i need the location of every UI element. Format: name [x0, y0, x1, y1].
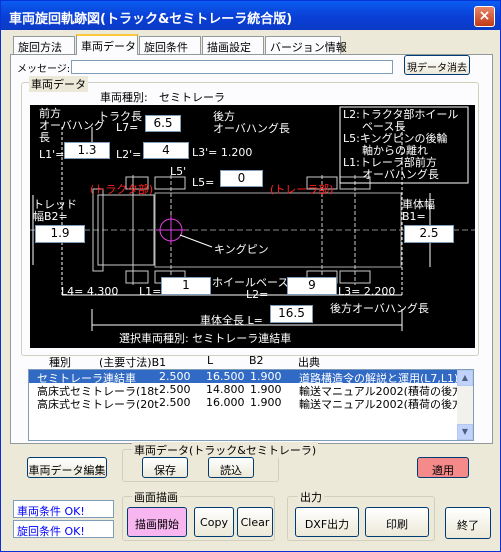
- vehicle-type-value: セミトレーラ: [159, 91, 225, 104]
- vehicle-data-group-title: 車両データ: [29, 76, 88, 92]
- list-item[interactable]: 高床式セミトレーラ(18t 2.500 14.800 1.900 輸送マニュアル…: [29, 383, 459, 396]
- total-length-label: 車体全長 L=: [200, 314, 263, 327]
- rear-overhang-bottom-label: 後方オーバハング長: [330, 302, 429, 315]
- clear-data-button[interactable]: 現データ消去: [404, 55, 470, 75]
- dxf-output-button[interactable]: DXF出力: [295, 507, 359, 537]
- col-header-b2: B2: [249, 354, 264, 367]
- draw-start-button[interactable]: 描画開始: [127, 507, 187, 537]
- L4-value: L4= 4.300: [61, 285, 119, 298]
- scroll-down-icon[interactable]: ▼: [457, 424, 473, 440]
- legend-box: L2:トラクタ部ホイール ベース長 L5:キングピンの後輪 軸からの離れ L1:…: [343, 108, 459, 181]
- L5p-label: L5': [170, 165, 187, 178]
- L1-label: L1=: [139, 285, 162, 298]
- tab-draw-settings[interactable]: 描画設定: [202, 36, 264, 54]
- B1-input[interactable]: 2.5: [404, 225, 454, 243]
- vehicle-data-file-group-title: 車両データ(トラック&セミトレーラ): [132, 442, 319, 458]
- B2-input[interactable]: 1.9: [35, 225, 85, 243]
- rear-overhang-label: 後方 オーバハング長: [213, 110, 290, 135]
- vehicle-status: 車両条件 OK!: [13, 500, 114, 518]
- message-field[interactable]: [71, 60, 393, 74]
- tab-vehicle-data[interactable]: 車両データ: [76, 34, 138, 55]
- col-header-l: L: [207, 354, 214, 367]
- clear-button[interactable]: Clear: [237, 507, 273, 537]
- front-overhang-label: 前方 オーバハング 長: [39, 107, 105, 144]
- tread-label: トレッド 幅B2=: [33, 198, 77, 223]
- L1-input[interactable]: 1: [161, 277, 211, 295]
- print-button[interactable]: 印刷: [365, 507, 429, 537]
- vehicle-type-label: 車両種別:: [100, 91, 148, 104]
- scroll-up-icon[interactable]: ▲: [457, 370, 473, 386]
- vehicle-diagram: 前方 オーバハング 長 トラク長 L7= 6.5 後方 オーバハング長 L1'=…: [30, 105, 475, 348]
- draw-group-title: 画面描画: [132, 489, 180, 505]
- col-header-type: 種別: [49, 356, 71, 369]
- title-bar: 車両旋回軌跡図(トラック&セミトレーラ統合版) ×: [1, 1, 500, 30]
- L7-label: L7=: [116, 121, 139, 134]
- save-button[interactable]: 保存: [142, 457, 188, 478]
- exit-button[interactable]: 終了: [445, 507, 491, 539]
- main-window: 車両旋回軌跡図(トラック&セミトレーラ統合版) × 旋回方法 車両データ 旋回条…: [0, 0, 501, 552]
- selected-vehicle-type: 選択車両種別: セミトレーラ連結車: [119, 332, 292, 345]
- L5-input[interactable]: 0: [220, 170, 263, 187]
- L1p-label: L1'=: [39, 148, 65, 161]
- L2-input[interactable]: 9: [287, 277, 337, 295]
- message-label: メッセージ:: [17, 64, 71, 75]
- list-scrollbar[interactable]: ▲ ▼: [457, 370, 473, 440]
- kingpin-label: キングピン: [214, 243, 269, 256]
- L3p-value: L3'= 1.200: [192, 146, 253, 159]
- L3-value: L3= 2.200: [338, 285, 396, 298]
- L2p-input[interactable]: 4: [143, 142, 189, 159]
- tab-turning-method[interactable]: 旋回方法: [13, 36, 75, 54]
- trailer-part-label: (トレーラ部): [270, 183, 334, 196]
- edit-vehicle-data-button[interactable]: 車両データ編集: [27, 457, 107, 478]
- col-header-source: 出典: [298, 356, 320, 369]
- load-button[interactable]: 読込: [208, 457, 254, 478]
- L2p-label: L2'=: [116, 148, 142, 161]
- body-width-label: 車体幅 B1=: [402, 198, 435, 223]
- L7-input[interactable]: 6.5: [145, 115, 181, 132]
- total-length-input[interactable]: 16.5: [270, 305, 313, 323]
- wheelbase-label: ホイールベース L2=: [212, 276, 289, 301]
- tab-version-info[interactable]: バージョン情報: [265, 36, 347, 54]
- tractor-part-label: (トラクタ部): [90, 183, 154, 196]
- turning-status: 旋回条件 OK!: [13, 520, 114, 538]
- tab-turning-conditions[interactable]: 旋回条件: [139, 36, 201, 54]
- window-title: 車両旋回軌跡図(トラック&セミトレーラ統合版): [9, 12, 293, 27]
- col-header-b1: (主要寸法)B1: [99, 356, 167, 369]
- L1p-input[interactable]: 1.3: [64, 142, 110, 159]
- close-button[interactable]: ×: [474, 6, 495, 27]
- output-group-title: 出力: [298, 489, 324, 505]
- copy-button[interactable]: Copy: [194, 507, 234, 537]
- apply-button[interactable]: 適用: [417, 457, 469, 478]
- list-item[interactable]: 高床式セミトレーラ(20t 2.500 16.000 1.900 輸送マニュアル…: [29, 396, 459, 409]
- list-item[interactable]: セミトレーラ連結車 2.500 16.500 1.900 道路構造令の解説と運用…: [29, 370, 459, 383]
- L5-label: L5=: [192, 176, 215, 189]
- vehicle-list[interactable]: セミトレーラ連結車 2.500 16.500 1.900 道路構造令の解説と運用…: [28, 369, 474, 441]
